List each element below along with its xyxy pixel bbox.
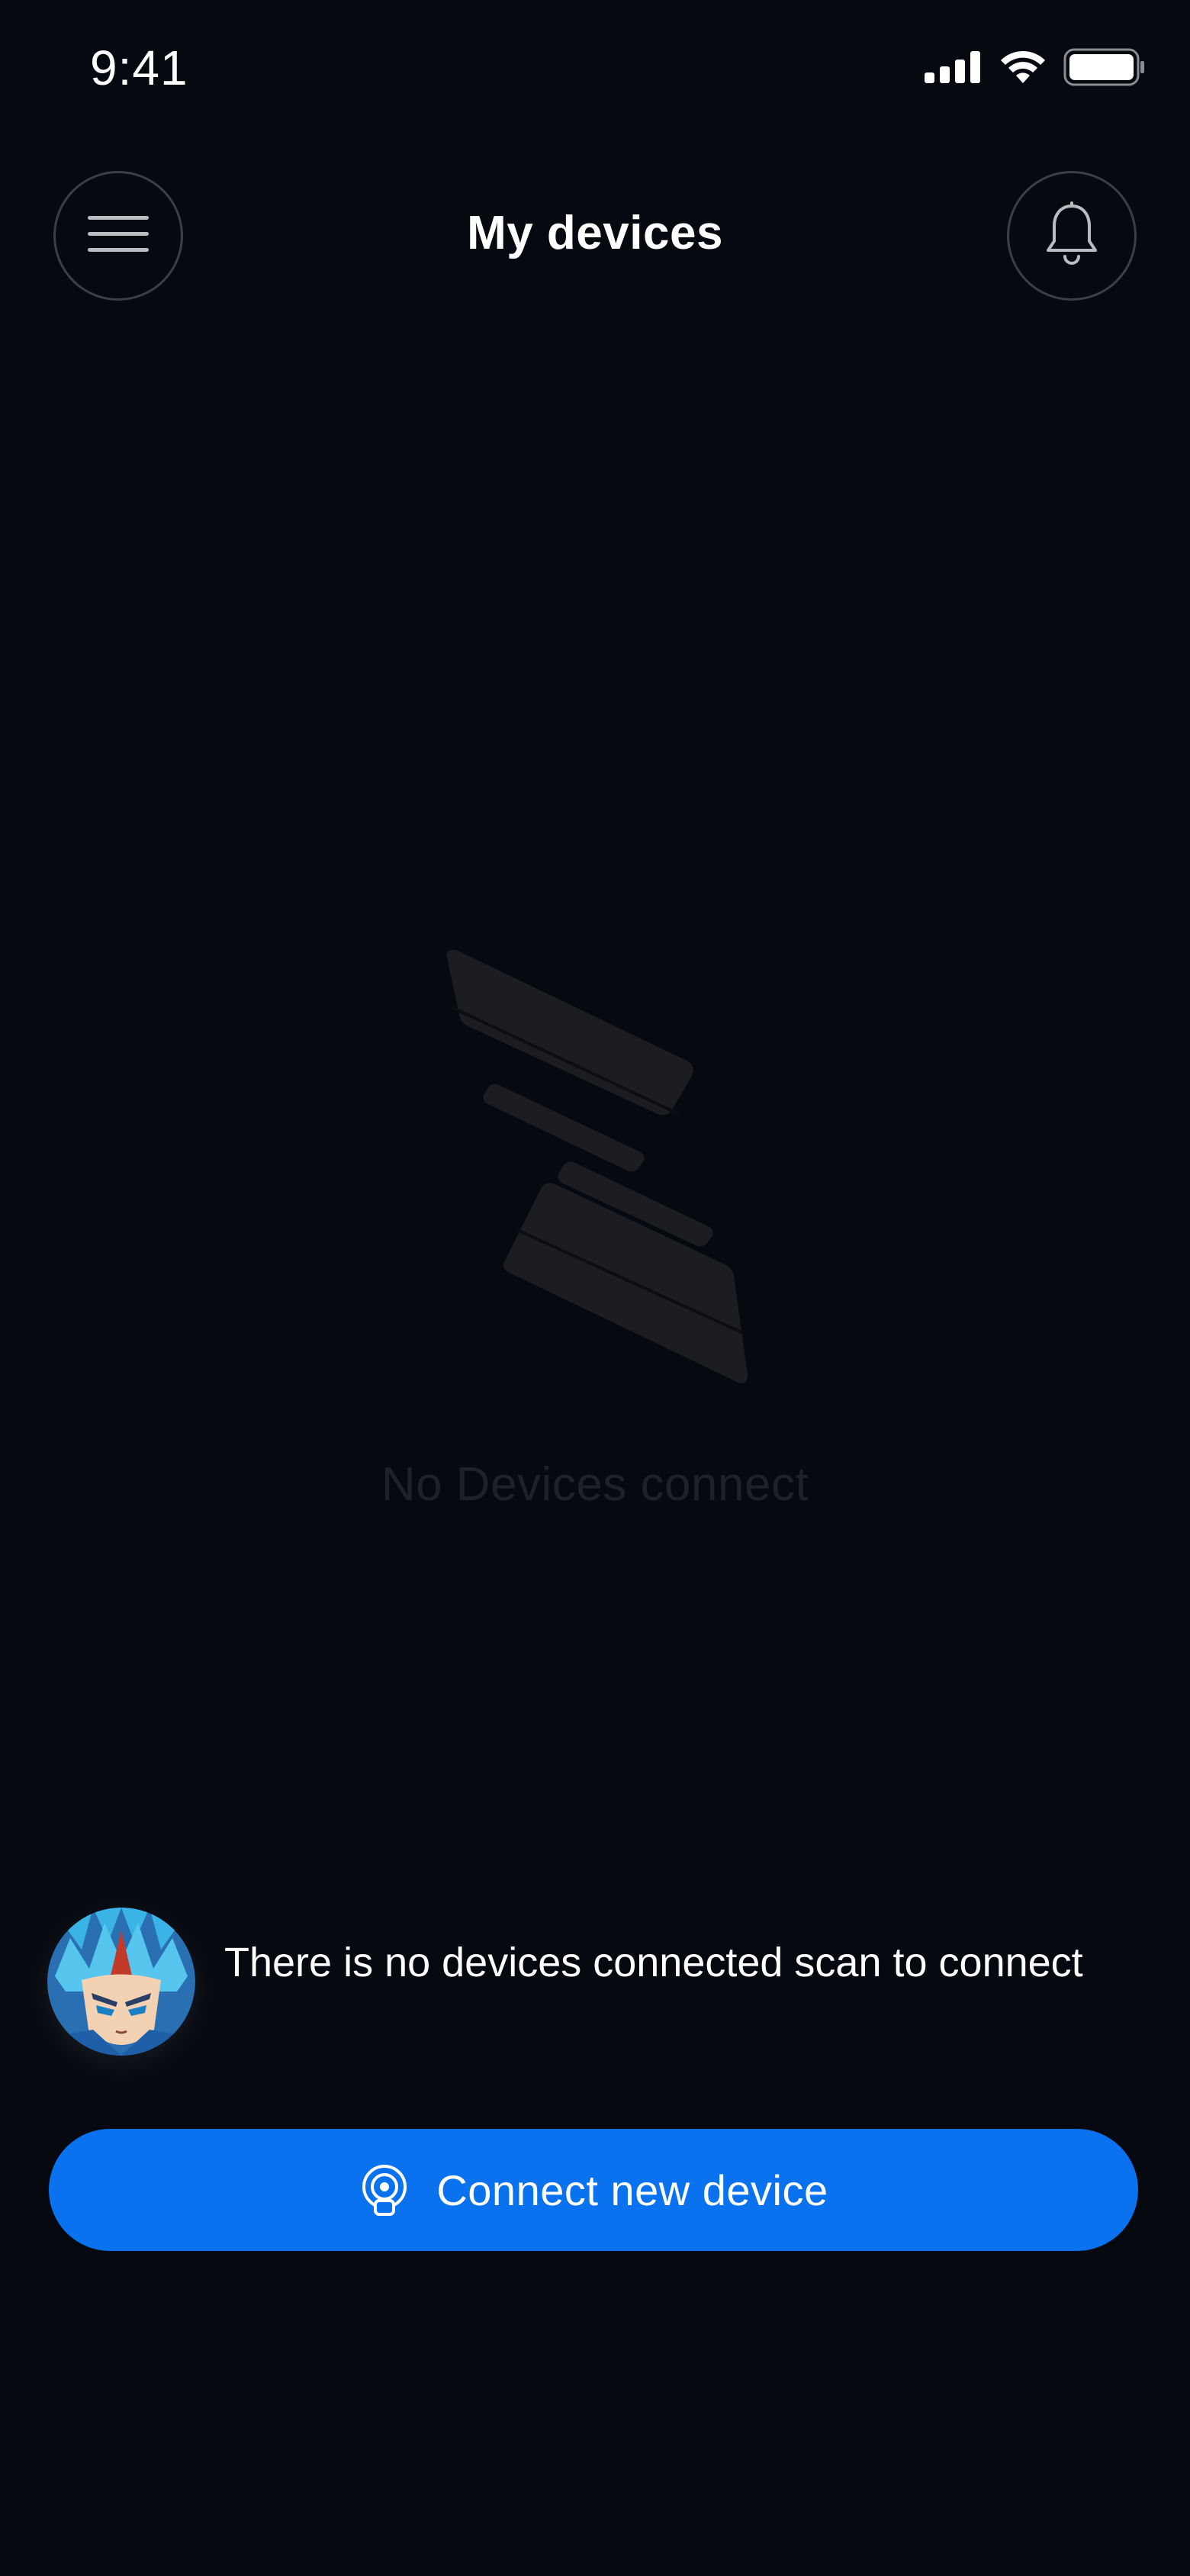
empty-state-message: No Devices connect xyxy=(381,1458,809,1511)
scan-signal-icon xyxy=(359,2164,410,2216)
battery-icon xyxy=(1063,48,1146,90)
status-time: 9:41 xyxy=(90,40,188,95)
connect-new-device-button[interactable]: Connect new device xyxy=(49,2129,1138,2251)
status-bar: 9:41 xyxy=(0,0,1190,137)
empty-devices-logo-icon xyxy=(427,946,763,1404)
wifi-icon xyxy=(999,50,1047,89)
assistant-avatar xyxy=(47,1908,195,2056)
notifications-button[interactable] xyxy=(1007,171,1137,301)
signal-icon xyxy=(925,50,983,87)
status-icons xyxy=(925,47,1146,90)
connect-button-label: Connect new device xyxy=(436,2165,828,2214)
assistant-message: There is no devices connected scan to co… xyxy=(224,1940,1083,1985)
bell-icon xyxy=(1045,201,1098,271)
